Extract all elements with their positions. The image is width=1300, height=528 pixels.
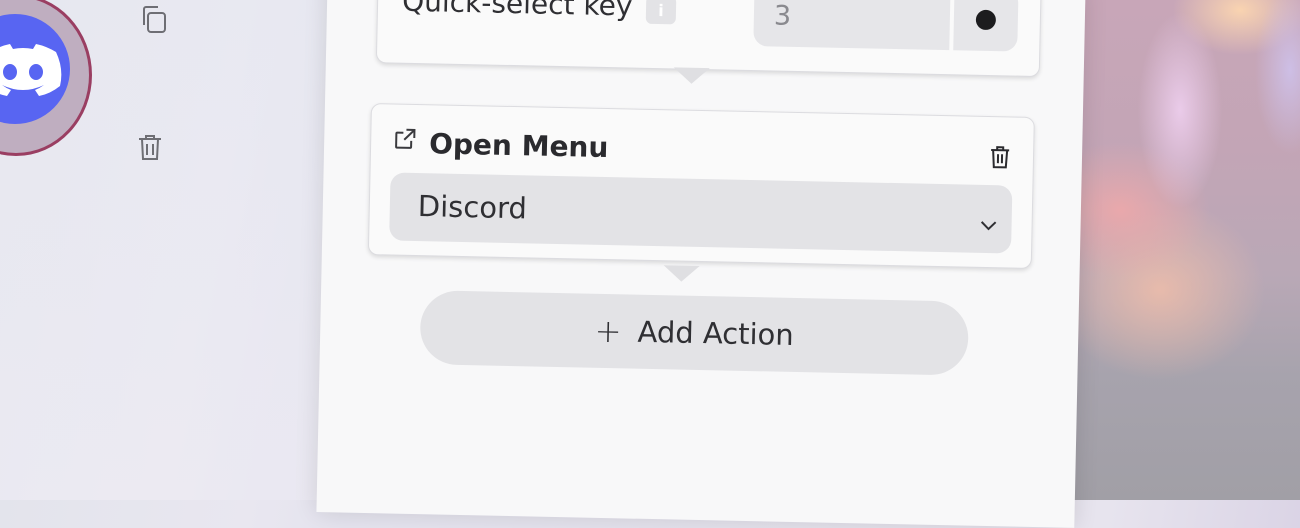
desktop-wallpaper [1060, 0, 1300, 500]
connector-notch-2 [663, 265, 700, 282]
add-action-label: Add Action [637, 314, 795, 352]
info-glyph: i [658, 0, 664, 20]
quick-select-card: Quick-select key i [375, 0, 1042, 78]
trash-icon[interactable] [136, 132, 164, 166]
delete-action-icon[interactable] [989, 145, 1012, 173]
chevron-down-icon [979, 217, 997, 236]
record-dot-icon [975, 9, 997, 31]
add-action-button[interactable]: + Add Action [419, 290, 969, 376]
menu-select-value: Discord [417, 189, 528, 226]
connector-notch [673, 67, 710, 85]
menu-select[interactable]: Discord [389, 172, 1013, 254]
open-menu-action-card: Open Menu Discord [367, 103, 1035, 269]
quick-select-label: Quick-select key [401, 0, 633, 23]
info-icon[interactable]: i [645, 0, 677, 25]
action-title: Open Menu [428, 127, 609, 165]
quick-select-key-input[interactable] [753, 0, 951, 51]
external-link-icon [393, 127, 418, 155]
record-key-button[interactable] [953, 0, 1019, 52]
copy-icon[interactable] [139, 4, 169, 38]
plus-icon: + [594, 311, 622, 351]
action-editor-panel: Quick-select key i Open Menu Discord [316, 0, 1086, 528]
